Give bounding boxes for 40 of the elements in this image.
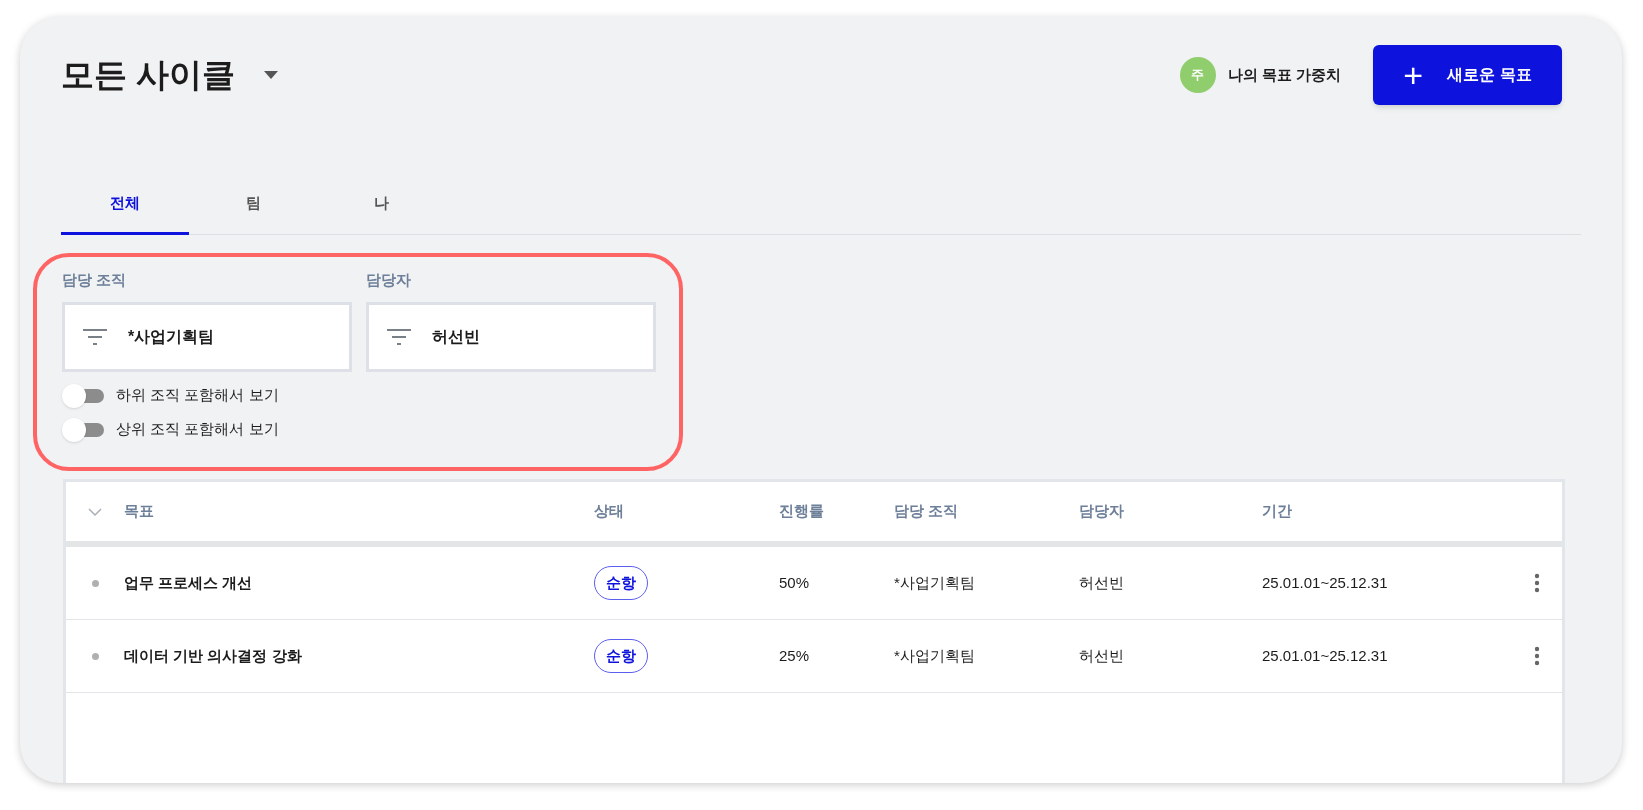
bullet-icon [91,579,99,587]
table-cell: 허선빈 [1079,646,1124,664]
toggle-label: 하위 조직 포함해서 보기 [116,385,279,406]
table-cell: 25% [779,646,810,664]
toggle-switch[interactable] [62,383,106,408]
filter-label: 담당자 [366,270,411,290]
column-header: 담당 조직 [894,502,959,520]
filter-field[interactable]: 허선빈 [366,301,656,372]
table-cell: 25.01.01~25.12.31 [1262,573,1388,591]
more-icon[interactable] [1534,646,1540,666]
tab[interactable]: 전체 [61,175,189,235]
bullet-icon [91,652,99,660]
table-cell: 허선빈 [1079,573,1124,591]
table-cell: 50% [779,573,810,591]
toggle-label: 상위 조직 포함해서 보기 [116,419,279,440]
goal-title: 업무 프로세스 개선 [124,573,253,591]
column-header: 목표 [124,502,154,520]
table-cell: *사업기획팀 [894,573,975,591]
filter-field[interactable]: *사업기획팀 [62,301,352,372]
toggle-switch[interactable] [62,417,106,442]
dropdown-caret-icon[interactable] [263,70,280,80]
goal-weight-link[interactable]: 나의 목표 가중치 [1227,63,1341,87]
filter-icon [82,327,108,346]
status-badge: 순항 [594,565,648,601]
goal-title: 데이터 기반 의사결정 강화 [124,646,302,664]
column-header: 진행률 [779,502,824,520]
avatar: 주 [1179,57,1216,93]
more-icon[interactable] [1534,573,1540,593]
page-title: 모든 사이클 [61,55,236,96]
new-goal-button[interactable]: + 새로운 목표 [1373,45,1562,105]
table-cell: *사업기획팀 [894,646,975,664]
table-cell: 25.01.01~25.12.31 [1262,646,1388,664]
column-header: 기간 [1262,502,1292,520]
status-badge: 순항 [594,638,648,674]
tab[interactable]: 팀 [189,175,317,235]
column-header: 담당자 [1079,502,1124,520]
tab[interactable]: 나 [317,175,445,235]
column-header: 상태 [594,502,624,520]
filter-icon [386,327,412,346]
filter-label: 담당 조직 [62,270,127,290]
